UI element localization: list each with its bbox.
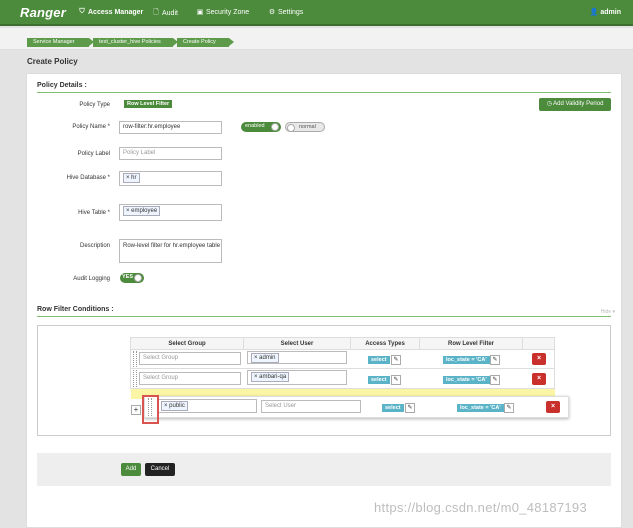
edit-filter-pencil-icon[interactable]: ✎	[490, 375, 500, 385]
tag-ambari-qa-label: ambari-qa	[259, 374, 287, 380]
nav-access-manager[interactable]: ⛉ Access Manager	[78, 8, 143, 16]
edit-filter-pencil-icon[interactable]: ✎	[490, 355, 500, 365]
edit-access-pencil-icon[interactable]: ✎	[405, 403, 415, 413]
ranger-logo[interactable]: Ranger	[20, 5, 66, 20]
policy-type-badge: Row Level Filter	[124, 100, 173, 108]
nav-security-zone[interactable]: ▣ Security Zone	[196, 8, 250, 17]
tag-hr[interactable]: × hr	[123, 173, 140, 183]
hive-table-label: Hive Table *	[78, 210, 110, 216]
select-group-input[interactable]: × public	[157, 399, 257, 413]
policy-name-input[interactable]: row-filter:hr.employee	[119, 121, 222, 134]
nav-audit[interactable]: 🗋 Audit	[152, 8, 178, 19]
policy-name-label: Policy Name *	[72, 124, 110, 130]
hide-link-label: Hide	[600, 309, 612, 315]
delete-row-button[interactable]: ×	[546, 401, 560, 413]
breadcrumb-policies[interactable]: test_cluster_hive Policies	[93, 38, 178, 47]
section-divider	[37, 92, 611, 93]
hive-table-input[interactable]: × employee	[119, 204, 222, 221]
audit-logging-toggle-label: YES	[122, 274, 134, 280]
audit-logging-label: Audit Logging	[73, 276, 110, 282]
select-user-input[interactable]: × ambari-qa	[247, 370, 347, 385]
drag-handle-icon[interactable]	[133, 351, 137, 367]
add-validity-period-label: Add Validity Period	[553, 101, 604, 107]
hive-database-input[interactable]: × hr	[119, 171, 222, 186]
breadcrumb-service-manager[interactable]: Service Manager	[27, 38, 94, 47]
row-filter-badge: loc_state = 'CA'	[443, 356, 490, 364]
tag-public[interactable]: × public	[161, 401, 188, 411]
user-menu-label: admin	[600, 9, 621, 16]
cancel-button[interactable]: Cancel	[145, 463, 175, 476]
breadcrumb: Service Manager test_cluster_hive Polici…	[0, 28, 633, 50]
normal-toggle-label: normal	[299, 124, 316, 130]
nav-settings-label: Settings	[278, 8, 304, 16]
hide-link[interactable]: Hide ▾	[601, 309, 615, 315]
watermark: https://blog.csdn.net/m0_48187193	[374, 500, 587, 515]
policy-label-label: Policy Label	[77, 151, 110, 157]
add-row-button[interactable]: +	[131, 405, 141, 415]
edit-access-pencil-icon[interactable]: ✎	[391, 375, 401, 385]
policy-type-label: Policy Type	[79, 102, 110, 108]
add-validity-period-button[interactable]: ◷ Add Validity Period	[539, 98, 611, 111]
delete-row-button[interactable]: ×	[532, 353, 546, 365]
clock-icon: ◷	[546, 101, 552, 107]
description-textarea[interactable]: Row-level filter for hr.employee table	[119, 239, 222, 263]
access-type-badge: select	[382, 404, 404, 412]
policy-label-input[interactable]: Policy Label	[119, 147, 222, 160]
top-navbar: Ranger ⛉ Access Manager 🗋 Audit ▣ Security …	[0, 0, 633, 26]
tag-public-label: public	[169, 403, 185, 409]
user-icon: 👤	[589, 9, 599, 16]
nav-audit-label: Audit	[162, 10, 178, 17]
select-group-input[interactable]: Select Group	[139, 372, 241, 385]
select-user-input[interactable]: Select User	[261, 400, 361, 413]
enabled-toggle-label: enabled	[245, 123, 265, 129]
hive-database-label: Hive Database *	[66, 175, 110, 181]
audit-logging-toggle[interactable]: YES	[120, 273, 144, 283]
shield-icon: ⛉	[79, 8, 85, 15]
zone-icon: ▣	[196, 9, 204, 16]
tag-ambari-qa[interactable]: × ambari-qa	[251, 372, 290, 382]
nav-access-manager-label: Access Manager	[88, 8, 144, 16]
delete-row-button[interactable]: ×	[532, 373, 546, 385]
page-title: Create Policy	[27, 57, 78, 66]
file-icon: 🗋	[153, 9, 159, 16]
select-group-input[interactable]: Select Group	[139, 352, 241, 365]
description-label: Description	[79, 243, 110, 249]
tag-hr-label: hr	[131, 175, 137, 181]
tag-employee[interactable]: × employee	[123, 206, 161, 216]
tag-admin-label: admin	[259, 355, 276, 361]
row-filter-badge: loc_state = 'CA'	[443, 376, 490, 384]
drag-handle-highlight	[142, 395, 159, 424]
edit-access-pencil-icon[interactable]: ✎	[391, 355, 401, 365]
normal-toggle[interactable]: normal	[285, 122, 325, 132]
breadcrumb-create-policy: Create Policy	[177, 38, 234, 47]
enabled-toggle[interactable]: enabled	[241, 122, 281, 132]
policy-details-header: Policy Details :	[37, 82, 87, 89]
select-user-input[interactable]: × admin	[247, 351, 347, 364]
tag-employee-label: employee	[131, 208, 158, 214]
drag-handle-icon[interactable]	[133, 370, 137, 387]
access-type-badge: select	[368, 356, 390, 364]
edit-filter-pencil-icon[interactable]: ✎	[504, 403, 514, 413]
tag-admin[interactable]: × admin	[251, 353, 279, 363]
section-divider-2	[37, 316, 611, 317]
nav-settings[interactable]: ⚙ Settings	[268, 8, 304, 17]
gear-icon: ⚙	[268, 9, 276, 16]
access-type-badge: select	[368, 376, 390, 384]
row-filter-header: Row Filter Conditions :	[37, 306, 114, 313]
nav-security-zone-label: Security Zone	[206, 8, 250, 16]
add-button[interactable]: Add	[121, 463, 141, 476]
row-filter-badge: loc_state = 'CA'	[457, 404, 504, 412]
user-menu[interactable]: 👤 admin	[590, 8, 621, 16]
